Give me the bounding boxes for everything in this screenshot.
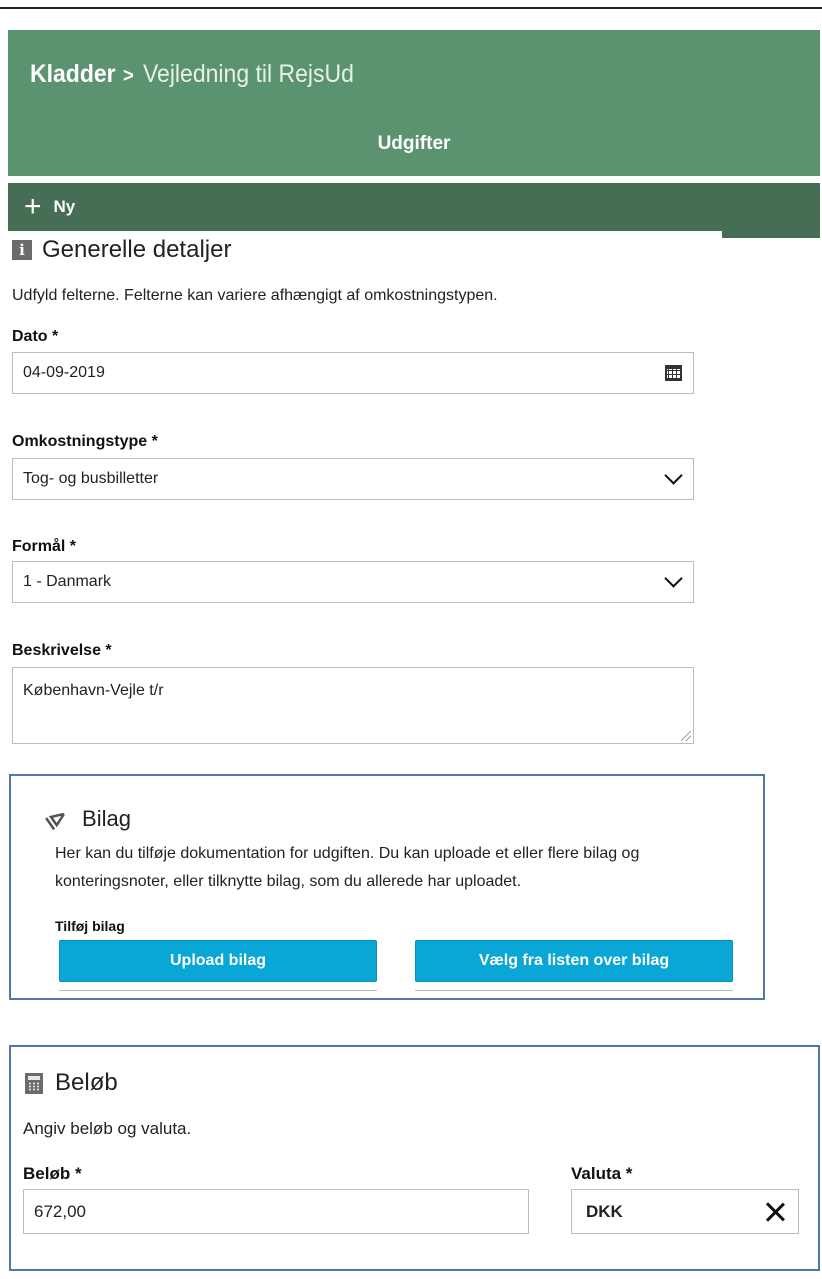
breadcrumb-separator: >	[123, 65, 134, 87]
amount-value: 672,00	[34, 1201, 86, 1221]
attachments-panel: ⧐ Bilag Her kan du tilføje dokumentation…	[9, 774, 765, 1000]
amount-title: Beløb	[25, 1069, 118, 1097]
date-picker-button[interactable]	[653, 353, 693, 393]
calculator-icon	[25, 1072, 43, 1094]
expense-type-label: Omkostningstype *	[12, 433, 158, 450]
description-label: Beskrivelse *	[12, 642, 112, 659]
toolbar-edge	[722, 231, 820, 238]
toolbar-gap	[320, 231, 722, 237]
breadcrumb: Kladder > Vejledning til RejsUd	[30, 60, 354, 89]
date-label: Dato *	[12, 328, 59, 345]
purpose-label: Formål *	[12, 538, 77, 555]
top-rule	[0, 7, 822, 9]
toolbar: + Ny	[8, 183, 820, 231]
new-button-label: Ny	[53, 197, 76, 216]
date-value: 04-09-2019	[23, 364, 105, 381]
purpose-value: 1 - Danmark	[23, 573, 112, 590]
amount-panel: Beløb Angiv beløb og valuta. Beløb * 672…	[9, 1045, 820, 1271]
choose-attachment-button[interactable]: Vælg fra listen over bilag	[415, 940, 733, 982]
description-value: København-Vejle t/r	[23, 682, 164, 699]
currency-label: Valuta *	[571, 1164, 633, 1183]
general-details-hint: Udfyld felterne. Felterne kan variere af…	[12, 287, 498, 304]
attachments-description: Her kan du tilføje dokumentation for udg…	[55, 845, 640, 890]
paperclip-icon: ⧐	[39, 801, 73, 836]
plus-icon: +	[24, 190, 42, 223]
general-details-heading: Generelle detaljer	[42, 236, 232, 263]
upload-attachment-button[interactable]: Upload bilag	[59, 940, 377, 982]
attachments-heading: Bilag	[82, 806, 131, 831]
calendar-icon	[664, 365, 682, 381]
choose-button-underline	[415, 990, 733, 991]
breadcrumb-root[interactable]: Kladder	[30, 60, 116, 88]
amount-label: Beløb *	[23, 1164, 82, 1183]
currency-value: DKK	[586, 1201, 623, 1221]
currency-select[interactable]: DKK	[571, 1189, 799, 1234]
expense-type-value: Tog- og busbilletter	[23, 470, 159, 487]
info-icon: i	[12, 240, 32, 260]
breadcrumb-current: Vejledning til RejsUd	[142, 60, 354, 88]
chevron-down-icon	[663, 466, 683, 485]
resize-handle-icon[interactable]	[681, 731, 691, 741]
upload-button-underline	[59, 990, 377, 991]
page-subtitle: Udgifter	[377, 133, 451, 154]
general-details-title: i Generelle detaljer	[12, 236, 231, 264]
page-header: Kladder > Vejledning til RejsUd Udgifter	[8, 30, 820, 180]
date-field[interactable]: 04-09-2019	[12, 352, 694, 394]
expense-type-select[interactable]: Tog- og busbilletter	[12, 458, 694, 500]
add-attachment-label: Tilføj bilag	[55, 918, 125, 934]
amount-hint: Angiv beløb og valuta.	[23, 1119, 192, 1138]
amount-heading: Beløb	[55, 1069, 118, 1096]
attachments-title: ⧐ Bilag	[40, 802, 131, 836]
description-textarea[interactable]: København-Vejle t/r	[12, 667, 694, 744]
clear-currency-button[interactable]	[752, 1190, 798, 1233]
close-icon	[765, 1202, 785, 1222]
new-button[interactable]: + Ny	[24, 190, 76, 223]
amount-input[interactable]: 672,00	[23, 1189, 529, 1234]
chevron-down-icon	[663, 569, 683, 588]
purpose-select[interactable]: 1 - Danmark	[12, 561, 694, 603]
header-divider	[8, 176, 820, 180]
